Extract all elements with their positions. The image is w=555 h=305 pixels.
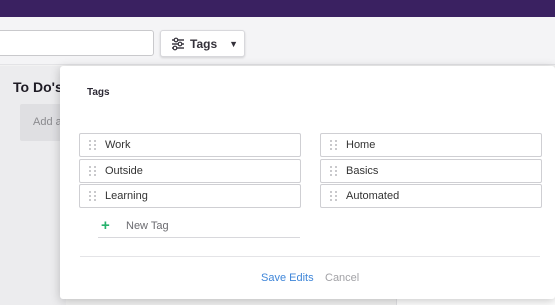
tag-row-work[interactable]: Work [79,133,301,157]
tag-row-basics[interactable]: Basics [320,159,542,183]
app-topbar [0,0,555,17]
tag-name[interactable]: Work [105,139,300,151]
tag-name[interactable]: Basics [346,165,541,177]
save-edits-button[interactable]: Save Edits [261,272,314,284]
new-tag-button[interactable]: + New Tag [98,214,300,238]
tag-row-outside[interactable]: Outside [79,159,301,183]
drag-handle-icon[interactable] [321,185,346,207]
search-input[interactable] [0,30,154,56]
plus-icon: + [101,217,110,234]
drag-handle-icon[interactable] [321,134,346,156]
modal-divider [80,256,540,257]
tag-name[interactable]: Home [346,139,541,151]
tag-row-automated[interactable]: Automated [320,184,542,208]
modal-title: Tags [87,87,110,98]
tag-name[interactable]: Outside [105,165,300,177]
chevron-down-icon: ▼ [229,38,239,49]
tags-button-label: Tags [190,36,218,51]
toolbar: Tags ▼ [0,17,555,65]
drag-handle-icon[interactable] [80,185,105,207]
drag-handle-icon[interactable] [80,134,105,156]
tag-row-home[interactable]: Home [320,133,542,157]
tags-filter-button[interactable]: Tags ▼ [160,30,245,57]
tags-modal: Tags Work Outside Learning Home Basics A… [60,66,555,299]
filter-sliders-icon [171,37,185,51]
drag-handle-icon[interactable] [80,160,105,182]
tag-row-learning[interactable]: Learning [79,184,301,208]
todo-column [0,66,66,305]
tag-name[interactable]: Learning [105,190,300,202]
tag-name[interactable]: Automated [346,190,541,202]
cancel-button[interactable]: Cancel [325,272,359,284]
drag-handle-icon[interactable] [321,160,346,182]
column-title: To Do's [13,79,63,95]
new-tag-label: New Tag [126,219,169,232]
